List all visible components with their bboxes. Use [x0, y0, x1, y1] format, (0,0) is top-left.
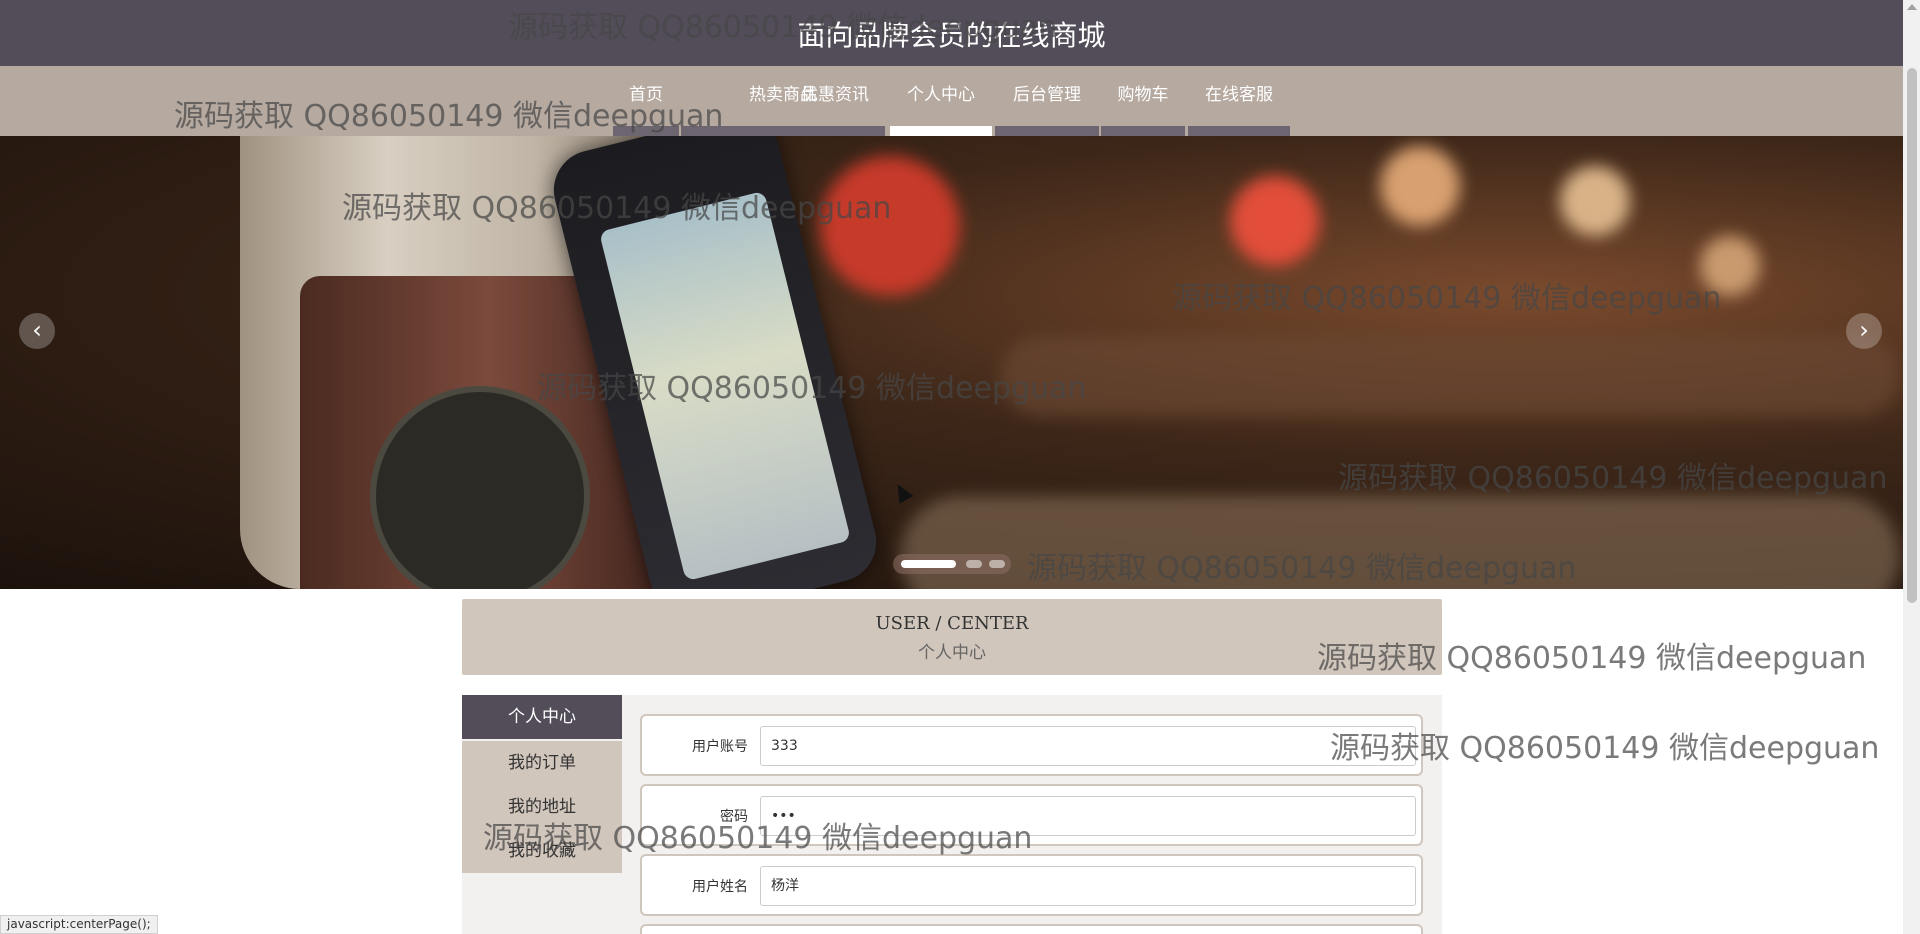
- sidebar-item-address[interactable]: 我的地址: [462, 785, 622, 829]
- nav-item-label: 首页: [629, 85, 663, 105]
- user-center-header: USER / CENTER 个人中心: [462, 599, 1442, 675]
- name-label: 用户姓名: [692, 879, 748, 895]
- nav-underbar: [681, 126, 885, 136]
- account-label: 用户账号: [692, 739, 748, 755]
- user-center-title-en: USER / CENTER: [875, 613, 1029, 634]
- nav-underbar: [1188, 126, 1290, 136]
- nav-item-home[interactable]: 首页: [613, 66, 679, 136]
- nav-item-label: 在线客服: [1205, 85, 1273, 105]
- sidebar-item-orders[interactable]: 我的订单: [462, 741, 622, 785]
- password-label: 密码: [720, 809, 748, 825]
- bokeh-light: [820, 156, 960, 296]
- chevron-right-icon[interactable]: ›: [1846, 313, 1882, 349]
- user-center-title-cn: 个人中心: [918, 643, 986, 663]
- bokeh-light: [1000, 336, 1900, 416]
- bokeh-light: [1560, 166, 1630, 236]
- sidebar-item-profile[interactable]: 个人中心: [462, 695, 622, 739]
- carousel-dot-3[interactable]: [989, 560, 1005, 568]
- form-row-account: 用户账号 333: [640, 714, 1423, 776]
- nav-underbar-active: [890, 126, 992, 136]
- password-input[interactable]: •••: [760, 796, 1416, 836]
- account-input[interactable]: 333: [760, 726, 1416, 766]
- nav-underbar: [613, 126, 679, 136]
- nav-item-label: 后台管理: [1013, 85, 1081, 105]
- bokeh-light: [1380, 146, 1460, 226]
- nav-item-deals[interactable]: 优惠资讯: [681, 66, 885, 136]
- sidebar-item-favorites[interactable]: 我的收藏: [462, 829, 622, 873]
- name-input[interactable]: 杨洋: [760, 866, 1416, 906]
- scroll-up-icon[interactable]: [1907, 4, 1917, 10]
- carousel-dot-1[interactable]: [901, 560, 956, 568]
- form-row-name: 用户姓名 杨洋: [640, 854, 1423, 916]
- chevron-left-icon[interactable]: ‹: [19, 313, 55, 349]
- form-row-password: 密码 •••: [640, 784, 1423, 846]
- nav-item-user-center[interactable]: 个人中心: [890, 66, 992, 136]
- nav-item-admin[interactable]: 后台管理: [995, 66, 1099, 136]
- bokeh-light: [1230, 176, 1320, 266]
- nav-underbar: [995, 126, 1099, 136]
- carousel-dot-2[interactable]: [966, 560, 982, 568]
- nav-item-label: 个人中心: [907, 85, 975, 105]
- nav-underbar: [1101, 126, 1185, 136]
- bokeh-light: [1700, 236, 1760, 296]
- top-header: 面向品牌会员的在线商城: [0, 0, 1903, 66]
- site-title: 面向品牌会员的在线商城: [797, 19, 1106, 52]
- bokeh-light: [900, 496, 1900, 589]
- nav-item-label: 优惠资讯: [801, 85, 869, 105]
- ime-toolbar: [1155, 912, 1365, 932]
- browser-status-bar: javascript:centerPage();: [0, 915, 158, 934]
- nav-item-support[interactable]: 在线客服: [1188, 66, 1290, 136]
- nav-item-cart[interactable]: 购物车: [1101, 66, 1185, 136]
- main-nav: 首页 热卖商品 优惠资讯 个人中心 后台管理 购物车 在线客服: [0, 66, 1903, 136]
- banner-carousel: ‹ ›: [0, 136, 1903, 589]
- nav-item-label: 购物车: [1117, 85, 1169, 105]
- scroll-thumb[interactable]: [1907, 68, 1917, 603]
- page-scrollbar[interactable]: [1903, 0, 1920, 934]
- carousel-indicators: [893, 554, 1011, 574]
